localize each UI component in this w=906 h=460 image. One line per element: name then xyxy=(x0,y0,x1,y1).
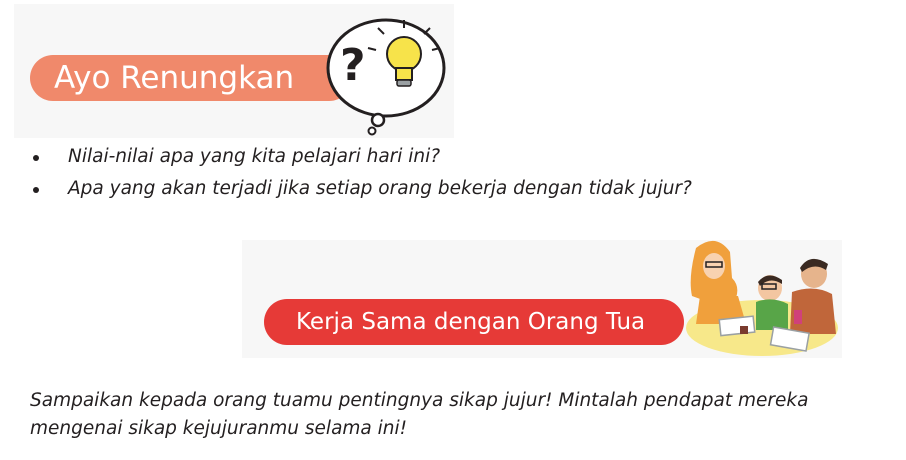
question-text: Apa yang akan terjadi jika setiap orang … xyxy=(68,178,692,199)
svg-text:?: ? xyxy=(340,40,366,91)
reflection-questions: Nilai-nilai apa yang kita pelajari hari … xyxy=(30,142,692,206)
family-illustration xyxy=(686,240,838,356)
thought-bubble-lightbulb-icon: ? xyxy=(326,18,446,136)
reflection-title: Ayo Renungkan xyxy=(54,60,295,96)
bullet-icon xyxy=(33,187,39,193)
list-item: Apa yang akan terjadi jika setiap orang … xyxy=(30,174,692,206)
parent-collab-text: Sampaikan kepada orang tuamu pentingnya … xyxy=(30,390,809,439)
question-text: Nilai-nilai apa yang kita pelajari hari … xyxy=(68,146,441,167)
list-item: Nilai-nilai apa yang kita pelajari hari … xyxy=(30,142,692,174)
bullet-icon xyxy=(33,155,39,161)
parent-collab-title: Kerja Sama dengan Orang Tua xyxy=(296,309,646,335)
